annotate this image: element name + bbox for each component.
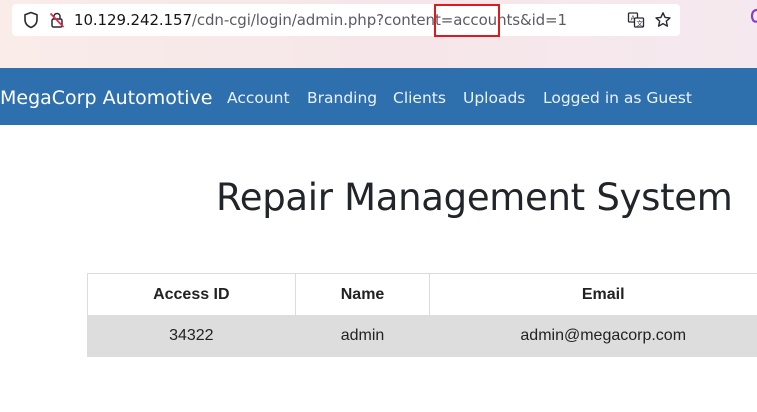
translate-icon[interactable]: A 文 xyxy=(626,10,646,30)
url-text[interactable]: 10.129.242.157/cdn-cgi/login/admin.php?c… xyxy=(74,11,567,29)
address-bar[interactable]: 10.129.242.157/cdn-cgi/login/admin.php?c… xyxy=(12,4,680,36)
cell-email: admin@megacorp.com xyxy=(429,315,757,357)
header-name: Name xyxy=(294,273,431,316)
nav-account-link[interactable]: Account xyxy=(227,89,290,108)
extension-icon[interactable] xyxy=(748,6,757,26)
url-host: 10.129.242.157 xyxy=(74,11,192,29)
header-access-id: Access ID xyxy=(87,273,296,316)
url-path: /cdn-cgi/login/admin.php?content=account… xyxy=(191,11,567,29)
nav-clients-link[interactable]: Clients xyxy=(393,89,446,108)
header-email: Email xyxy=(429,273,757,316)
brand-link[interactable]: MegaCorp Automotive xyxy=(0,87,213,109)
lock-slash-icon[interactable] xyxy=(47,10,67,30)
nav-branding-link[interactable]: Branding xyxy=(307,89,377,108)
cell-name: admin xyxy=(294,315,431,357)
login-status-link[interactable]: Logged in as Guest xyxy=(543,89,692,108)
svg-text:A: A xyxy=(631,15,636,23)
cell-access-id: 34322 xyxy=(87,315,296,357)
accounts-table: Access ID Name Email 34322 admin admin@m… xyxy=(87,273,757,357)
nav-uploads-link[interactable]: Uploads xyxy=(463,89,525,108)
table-header-row: Access ID Name Email xyxy=(87,273,757,316)
svg-text:文: 文 xyxy=(637,19,644,28)
star-icon[interactable] xyxy=(653,10,673,30)
shield-icon[interactable] xyxy=(21,10,41,30)
table-row: 34322 admin admin@megacorp.com xyxy=(87,315,757,357)
site-navbar: MegaCorp Automotive Account Branding Cli… xyxy=(0,68,757,125)
page-title: Repair Management System xyxy=(216,176,733,219)
browser-toolbar: 10.129.242.157/cdn-cgi/login/admin.php?c… xyxy=(0,0,757,68)
